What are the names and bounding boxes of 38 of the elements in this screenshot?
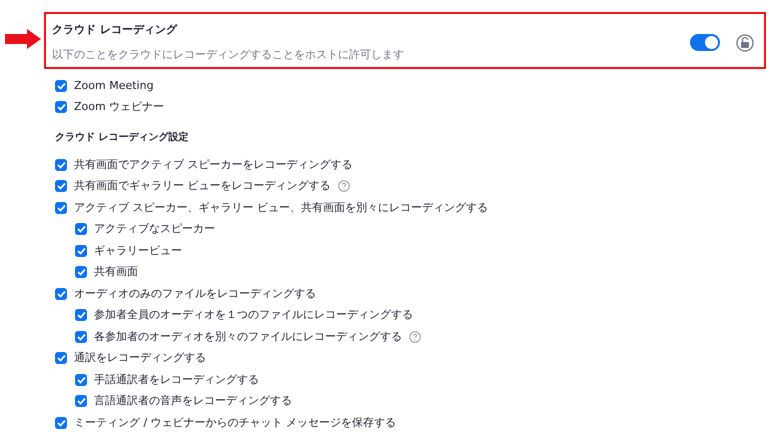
option-label: 手話通訳者をレコーディングする: [94, 372, 259, 388]
option-label: 共有画面でアクティブ スピーカーをレコーディングする: [74, 156, 352, 172]
checkbox[interactable]: [75, 266, 87, 278]
option-label: Zoom Meeting: [74, 78, 154, 94]
checkbox[interactable]: [55, 288, 67, 300]
option-label: 各参加者のオーディオを別々のファイルにレコーディングする: [94, 328, 402, 344]
option-label: 参加者全員のオーディオを１つのファイルにレコーディングする: [94, 307, 413, 323]
checkbox[interactable]: [55, 180, 67, 192]
checkbox[interactable]: [75, 395, 87, 408]
checkbox[interactable]: [75, 330, 87, 343]
toggle-switch[interactable]: [690, 34, 720, 51]
checkbox[interactable]: [55, 416, 67, 429]
option-label: アクティブなスピーカー: [94, 221, 215, 237]
option-label: 通訳をレコーディングする: [74, 350, 206, 366]
checkbox[interactable]: [75, 244, 87, 257]
option-label: アクティブ スピーカー、ギャラリー ビュー、共有画面を別々にレコーディングする: [74, 200, 488, 216]
arrow-icon: [5, 29, 41, 49]
option-label: Zoom ウェビナー: [74, 99, 164, 115]
checkbox[interactable]: [55, 101, 67, 114]
checkbox[interactable]: [55, 158, 67, 171]
option-label: オーディオのみのファイルをレコーディングする: [74, 286, 316, 302]
section-heading: クラウド レコーディング設定: [55, 130, 190, 144]
option-label: 共有画面でギャラリー ビューをレコーディングする: [74, 178, 330, 194]
option-label: 共有画面: [94, 264, 138, 280]
checkbox[interactable]: [75, 223, 87, 236]
checkbox[interactable]: [75, 309, 87, 322]
help-icon[interactable]: [409, 330, 421, 343]
option-label: ミーティング / ウェビナーからのチャット メッセージを保存する: [74, 414, 396, 430]
checkbox[interactable]: [75, 374, 87, 386]
setting-description: 以下のことをクラウドにレコーディングすることをホストに許可します: [52, 46, 405, 62]
unlock-icon[interactable]: [736, 34, 754, 52]
option-label: 言語通訳者の音声をレコーディングする: [94, 393, 292, 409]
help-icon[interactable]: [338, 180, 350, 192]
checkbox[interactable]: [55, 80, 67, 92]
checkbox[interactable]: [55, 202, 67, 214]
setting-title: クラウド レコーディング: [52, 22, 178, 38]
checkbox[interactable]: [55, 352, 67, 364]
option-label: ギャラリービュー: [94, 242, 182, 258]
